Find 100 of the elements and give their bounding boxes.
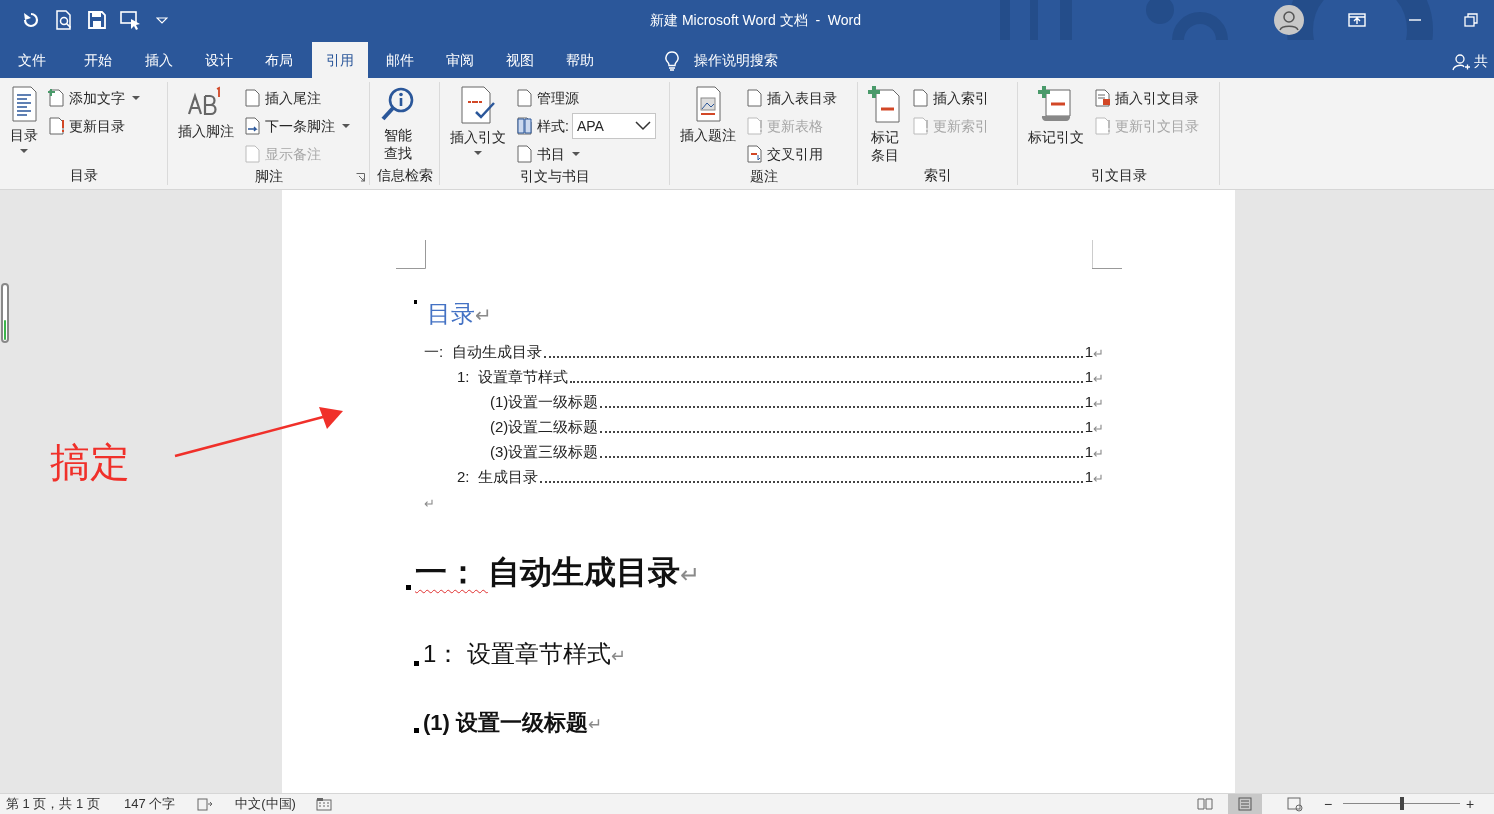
ribbon-button[interactable]: 添加文字 (48, 86, 140, 110)
ribbon-display-icon[interactable] (1348, 12, 1366, 28)
group-label: 引文与书目 (519, 166, 590, 186)
scroll-plus-icon[interactable] (1038, 86, 1074, 124)
chevron-down-icon[interactable] (634, 121, 651, 131)
ribbon-button[interactable]: 插入脚注 (174, 84, 238, 140)
ribbon-tab[interactable]: 开始 (84, 42, 112, 78)
window-title: 新建 Microsoft Word 文档 - Word (650, 11, 862, 30)
toc-entry[interactable]: (3)设置三级标题 (490, 440, 599, 463)
toc-entry[interactable]: 2: 生成目录 (457, 465, 538, 488)
save-icon[interactable] (88, 11, 106, 29)
document-lines-icon[interactable] (11, 86, 37, 122)
share-button[interactable]: 共 (1474, 51, 1488, 72)
lightbulb-icon[interactable] (664, 50, 680, 71)
read-mode-icon[interactable] (1196, 796, 1214, 812)
document-alert-icon[interactable] (48, 117, 66, 135)
toc-entry[interactable]: (2)设置二级标题 (490, 415, 599, 438)
dialog-launcher-icon[interactable] (356, 173, 365, 182)
paragraph-mark: ↵ (611, 645, 626, 668)
web-layout-icon[interactable] (1286, 796, 1304, 812)
caret-icon[interactable] (132, 95, 140, 101)
paragraph-bullet (406, 585, 411, 590)
heading-number: 1： (423, 639, 462, 669)
paragraph-mark: ↵ (1093, 369, 1104, 388)
ribbon-tab[interactable]: 审阅 (446, 42, 474, 78)
keyboard-icon[interactable] (315, 797, 332, 811)
ribbon-button[interactable]: 智能 查找 (376, 84, 420, 162)
customize-caret-icon[interactable] (156, 15, 168, 25)
ribbon-tab[interactable]: 文件 (18, 42, 46, 78)
ribbon-button[interactable]: 标记引文 (1024, 84, 1088, 146)
restore-icon[interactable] (1464, 13, 1478, 27)
ribbon-button[interactable]: 插入尾注 (244, 86, 350, 110)
proofing-icon[interactable] (197, 797, 214, 811)
ribbon-button[interactable]: 插入引文 (446, 84, 510, 156)
zoom-out-button[interactable]: − (1324, 794, 1333, 814)
heading-text: 设置章节样式 (467, 639, 611, 669)
document-list-icon[interactable] (1094, 89, 1112, 107)
heading-number: 一： (415, 553, 480, 592)
zoom-slider-thumb[interactable] (1399, 797, 1404, 810)
ribbon-button[interactable]: 下一条脚注 (244, 114, 350, 138)
document-picture-icon[interactable] (695, 86, 721, 122)
toc-entry[interactable]: 1: 设置章节样式 (457, 365, 568, 388)
caret-icon[interactable] (342, 123, 350, 129)
ribbon-button[interactable]: 插入表目录 (746, 86, 837, 110)
footnote-arrow-icon[interactable] (244, 117, 262, 135)
ribbon-tab[interactable]: 视图 (506, 42, 534, 78)
undo-icon[interactable] (22, 11, 40, 29)
citation-check-icon[interactable] (460, 86, 496, 124)
ribbon-button[interactable]: 管理源 (516, 86, 656, 110)
page-number: 1 (1084, 366, 1093, 387)
page-number: 1 (1084, 341, 1093, 362)
document-icon[interactable] (746, 89, 764, 107)
annotation-text: 搞定 (50, 442, 130, 482)
document-plus-icon[interactable] (868, 86, 902, 124)
caret-icon[interactable] (474, 150, 482, 156)
paragraph-mark: ↵ (679, 561, 700, 590)
plus-document-icon[interactable] (48, 89, 66, 107)
caret-icon[interactable] (20, 148, 28, 154)
page-count[interactable]: 第 1 页，共 1 页 (6, 794, 100, 814)
toc-entry[interactable]: 一: 自动生成目录 (424, 340, 542, 363)
field-label: 样式: (537, 116, 569, 136)
language-indicator[interactable]: 中文(中国) (235, 794, 296, 814)
magnifier-info-icon[interactable] (380, 86, 416, 122)
tell-me-search[interactable]: 操作说明搜索 (694, 50, 778, 71)
ribbon-tab[interactable]: 插入 (145, 42, 173, 78)
books-icon[interactable] (516, 117, 534, 135)
caret-icon[interactable] (572, 151, 580, 157)
document-icon[interactable] (912, 89, 930, 107)
paragraph-bullet (414, 661, 419, 666)
print-preview-icon[interactable] (54, 10, 74, 30)
paragraph-mark: ↵ (1093, 344, 1104, 363)
ribbon-button[interactable]: 更新目录 (48, 114, 140, 138)
ribbon-button[interactable]: 标记 条目 (864, 84, 906, 164)
ribbon-button[interactable]: 交叉引用 (746, 142, 837, 166)
person-add-icon[interactable] (1452, 52, 1470, 71)
cross-reference-icon[interactable] (746, 145, 764, 163)
toc-entry[interactable]: (1)设置一级标题 (490, 390, 599, 413)
page-number: 1 (1084, 466, 1093, 487)
ribbon-button[interactable]: 书目 (516, 142, 656, 166)
style-dropdown[interactable]: APA (571, 113, 656, 139)
ribbon-button[interactable]: 插入引文目录 (1094, 86, 1199, 110)
presentation-icon[interactable] (120, 10, 142, 30)
zoom-in-button[interactable]: + (1466, 794, 1475, 814)
word-count[interactable]: 147 个字 (123, 794, 176, 814)
paragraph-mark: ↵ (1093, 419, 1104, 438)
paragraph-mark: ↵ (1093, 394, 1104, 413)
group-label: 目录 (69, 165, 98, 185)
avatar-icon[interactable] (1274, 5, 1304, 35)
group-label: 脚注 (254, 166, 283, 186)
ribbon-tab[interactable]: 设计 (205, 42, 233, 78)
ribbon-tab[interactable]: 布局 (265, 42, 293, 78)
ribbon-tab[interactable]: 邮件 (386, 42, 414, 78)
ribbon-button[interactable]: 目录 (6, 84, 42, 154)
ribbon-tab[interactable]: 帮助 (566, 42, 594, 78)
toc-title: 目录 (427, 299, 475, 329)
ribbon-button[interactable]: 插入题注 (676, 84, 740, 144)
heading-text: 设置一级标题 (456, 709, 588, 737)
scroll-handle[interactable] (1, 283, 9, 343)
ribbon-button[interactable]: 插入索引 (912, 86, 989, 110)
ribbon-tab[interactable]: 引用 (312, 42, 368, 78)
